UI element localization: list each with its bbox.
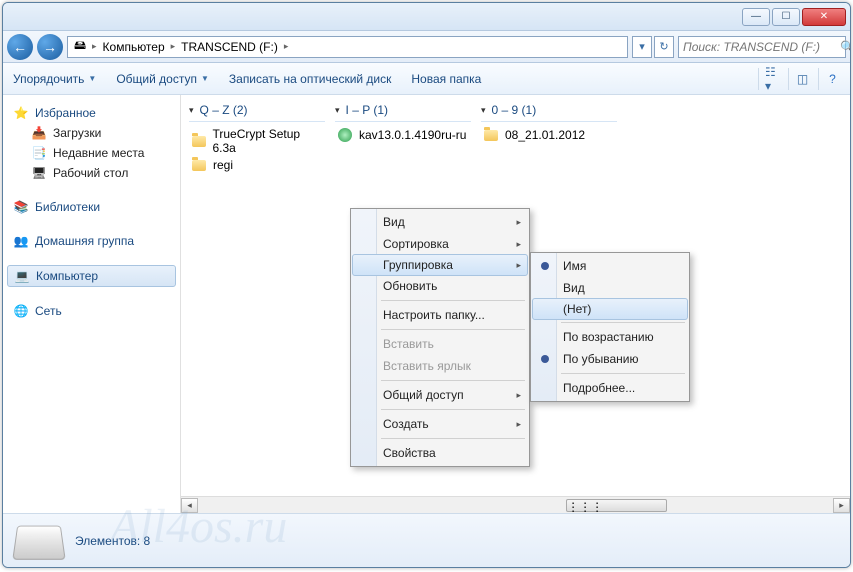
- chevron-down-icon: ▾: [481, 105, 486, 116]
- ctx-properties[interactable]: Свойства: [353, 442, 527, 464]
- maximize-button[interactable]: ☐: [772, 8, 800, 26]
- app-icon: [337, 127, 353, 143]
- file-group: ▾I – P (1) kav13.0.1.4190ru-ru: [335, 101, 471, 144]
- folder-icon: [191, 157, 207, 173]
- ctx-paste: Вставить: [353, 333, 527, 355]
- scroll-left-button[interactable]: ◂: [181, 498, 198, 513]
- titlebar[interactable]: — ☐ ✕: [3, 3, 850, 31]
- chevron-down-icon: ▾: [189, 105, 194, 116]
- subctx-ascending[interactable]: По возрастанию: [533, 326, 687, 348]
- scroll-right-button[interactable]: ▸: [833, 498, 850, 513]
- toolbar: Упорядочить▼ Общий доступ▼ Записать на о…: [3, 63, 850, 95]
- scroll-track[interactable]: ⋮⋮⋮: [198, 499, 833, 512]
- status-bar: Элементов: 8: [3, 513, 850, 567]
- star-icon: ⭐: [13, 105, 29, 121]
- ctx-view[interactable]: Вид▸: [353, 211, 527, 233]
- chevron-right-icon[interactable]: ▸: [284, 41, 289, 52]
- chevron-right-icon[interactable]: ▸: [171, 41, 176, 52]
- close-button[interactable]: ✕: [802, 8, 846, 26]
- folder-icon: [483, 127, 499, 143]
- search-box[interactable]: 🔍: [678, 36, 846, 58]
- desktop-icon: 🖥: [31, 165, 47, 181]
- breadcrumb-segment[interactable]: TRANSCEND (F:): [179, 40, 280, 54]
- help-button[interactable]: ?: [818, 68, 840, 90]
- sidebar-item-libraries[interactable]: 📚Библиотеки: [7, 197, 176, 217]
- new-folder-button[interactable]: Новая папка: [411, 72, 481, 86]
- nav-pane: ⭐Избранное 📥Загрузки 📑Недавние места 🖥Ра…: [3, 95, 181, 513]
- subctx-none[interactable]: (Нет): [532, 298, 688, 320]
- sidebar-item-computer[interactable]: 💻Компьютер: [7, 265, 176, 287]
- ctx-sort[interactable]: Сортировка▸: [353, 233, 527, 255]
- ctx-share[interactable]: Общий доступ▸: [353, 384, 527, 406]
- chevron-right-icon: ▸: [516, 217, 521, 228]
- chevron-down-icon: ▼: [88, 74, 96, 83]
- homegroup-icon: 👥: [13, 233, 29, 249]
- organize-menu[interactable]: Упорядочить▼: [13, 72, 96, 86]
- chevron-down-icon: ▾: [335, 105, 340, 116]
- sidebar-item-favorites[interactable]: ⭐Избранное: [7, 103, 176, 123]
- list-item[interactable]: 08_21.01.2012: [481, 126, 617, 144]
- share-menu[interactable]: Общий доступ▼: [116, 72, 209, 86]
- minimize-button[interactable]: —: [742, 8, 770, 26]
- list-item[interactable]: TrueCrypt Setup 6.3a: [189, 126, 325, 156]
- sidebar-item-desktop[interactable]: 🖥Рабочий стол: [7, 163, 176, 183]
- ctx-create[interactable]: Создать▸: [353, 413, 527, 435]
- group-header[interactable]: ▾0 – 9 (1): [481, 101, 617, 122]
- horizontal-scrollbar[interactable]: ◂ ⋮⋮⋮ ▸: [181, 496, 850, 513]
- status-text: Элементов: 8: [75, 534, 150, 548]
- view-options-button[interactable]: ☷ ▾: [758, 68, 780, 90]
- group-header[interactable]: ▾Q – Z (2): [189, 101, 325, 122]
- subctx-name[interactable]: Имя: [533, 255, 687, 277]
- file-group: ▾0 – 9 (1) 08_21.01.2012: [481, 101, 617, 144]
- drive-large-icon: [12, 525, 65, 559]
- radio-icon: [541, 355, 549, 363]
- context-menu: Вид▸ Сортировка▸ Группировка▸ Обновить Н…: [350, 208, 530, 467]
- chevron-right-icon: ▸: [516, 390, 521, 401]
- computer-icon: 💻: [14, 268, 30, 284]
- sidebar-item-network[interactable]: 🌐Сеть: [7, 301, 176, 321]
- chevron-right-icon[interactable]: ▸: [92, 41, 97, 52]
- preview-pane-button[interactable]: ◫: [788, 68, 810, 90]
- list-item[interactable]: kav13.0.1.4190ru-ru: [335, 126, 471, 144]
- address-bar[interactable]: 🖴 ▸ Компьютер ▸ TRANSCEND (F:) ▸: [67, 36, 628, 58]
- radio-icon: [541, 262, 549, 270]
- search-input[interactable]: [683, 40, 840, 54]
- chevron-right-icon: ▸: [516, 260, 521, 271]
- list-item[interactable]: regi: [189, 156, 325, 174]
- network-icon: 🌐: [13, 303, 29, 319]
- burn-button[interactable]: Записать на оптический диск: [229, 72, 392, 86]
- context-submenu-group: Имя Вид (Нет) По возрастанию По убыванию…: [530, 252, 690, 402]
- subctx-more[interactable]: Подробнее...: [533, 377, 687, 399]
- refresh-button[interactable]: ↻: [654, 36, 674, 58]
- ctx-refresh[interactable]: Обновить: [353, 275, 527, 297]
- chevron-right-icon: ▸: [516, 419, 521, 430]
- ctx-group[interactable]: Группировка▸: [352, 254, 528, 276]
- chevron-down-icon: ▼: [201, 74, 209, 83]
- sidebar-item-homegroup[interactable]: 👥Домашняя группа: [7, 231, 176, 251]
- folder-icon: [191, 133, 206, 149]
- recent-icon: 📑: [31, 145, 47, 161]
- forward-button[interactable]: →: [37, 34, 63, 60]
- file-group: ▾Q – Z (2) TrueCrypt Setup 6.3a regi: [189, 101, 325, 174]
- breadcrumb-segment[interactable]: Компьютер: [101, 40, 167, 54]
- downloads-icon: 📥: [31, 125, 47, 141]
- sidebar-item-recent[interactable]: 📑Недавние места: [7, 143, 176, 163]
- subctx-descending[interactable]: По убыванию: [533, 348, 687, 370]
- search-icon[interactable]: 🔍: [840, 40, 851, 54]
- ctx-paste-shortcut: Вставить ярлык: [353, 355, 527, 377]
- back-button[interactable]: ←: [7, 34, 33, 60]
- subctx-view[interactable]: Вид: [533, 277, 687, 299]
- address-dropdown-button[interactable]: ▾: [632, 36, 652, 58]
- group-header[interactable]: ▾I – P (1): [335, 101, 471, 122]
- drive-icon: 🖴: [72, 39, 88, 55]
- chevron-right-icon: ▸: [516, 239, 521, 250]
- sidebar-item-downloads[interactable]: 📥Загрузки: [7, 123, 176, 143]
- library-icon: 📚: [13, 199, 29, 215]
- ctx-customize[interactable]: Настроить папку...: [353, 304, 527, 326]
- scroll-thumb[interactable]: ⋮⋮⋮: [566, 499, 667, 512]
- nav-bar: ← → 🖴 ▸ Компьютер ▸ TRANSCEND (F:) ▸ ▾ ↻…: [3, 31, 850, 63]
